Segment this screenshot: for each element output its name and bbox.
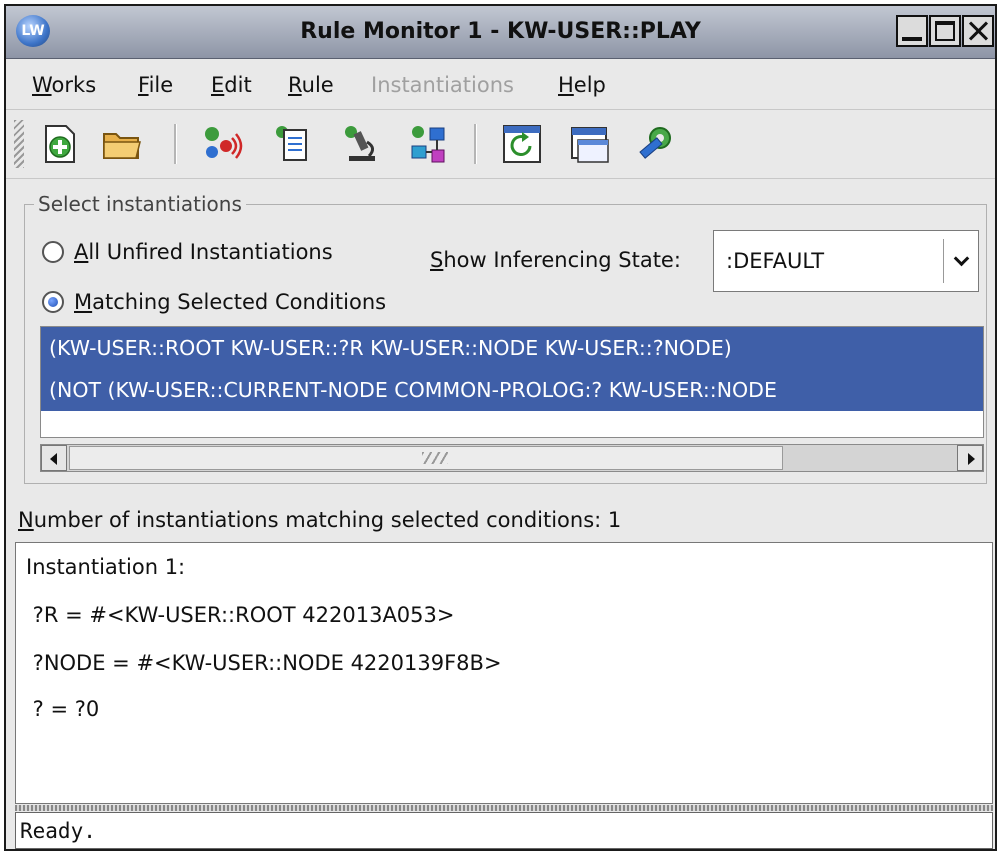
minimize-button[interactable] (896, 15, 928, 47)
horizontal-scrollbar[interactable] (40, 444, 984, 472)
list-item[interactable]: (NOT (KW-USER::CURRENT-NODE COMMON-PROLO… (41, 369, 983, 411)
menu-bar: Works File Edit Rule Instantiations Help (6, 59, 995, 110)
pane-splitter[interactable] (15, 805, 993, 811)
inspect-microscope-icon[interactable] (339, 122, 383, 166)
toolbar (6, 110, 995, 179)
detail-line: ?R = #<KW-USER::ROOT 422013A053> (26, 603, 455, 627)
menu-instantiations[interactable]: Instantiations (371, 73, 514, 97)
menu-file[interactable]: File (138, 73, 173, 97)
status-bar: Ready. (15, 812, 993, 849)
inferencing-state-select[interactable]: :DEFAULT (713, 230, 979, 292)
menu-edit[interactable]: Edit (211, 73, 252, 97)
settings-gear-icon[interactable] (634, 122, 678, 166)
window-icon[interactable] (568, 122, 612, 166)
window-title: Rule Monitor 1 - KW-USER::PLAY (300, 19, 701, 44)
new-document-icon[interactable] (38, 122, 82, 166)
conditions-list[interactable]: (KW-USER::ROOT KW-USER::?R KW-USER::NODE… (40, 326, 984, 438)
list-item[interactable]: (KW-USER::ROOT KW-USER::?R KW-USER::NODE… (41, 327, 983, 369)
toolbar-separator (474, 124, 477, 164)
instantiation-count-label: Number of instantiations matching select… (18, 508, 622, 532)
menu-rule[interactable]: Rule (288, 73, 334, 97)
radio-matching-selected[interactable]: Matching Selected Conditions (42, 290, 386, 314)
radio-button-unchecked[interactable] (42, 241, 64, 263)
detail-line: ? = ?0 (26, 697, 100, 721)
refresh-icon[interactable] (500, 122, 544, 166)
menu-help[interactable]: Help (558, 73, 606, 97)
scroll-left-icon[interactable] (41, 445, 67, 471)
chevron-down-icon[interactable] (943, 239, 978, 283)
open-folder-icon[interactable] (100, 122, 144, 166)
instantiation-details-pane[interactable]: Instantiation 1: ?R = #<KW-USER::ROOT 42… (15, 542, 993, 804)
rule-fire-icon[interactable] (200, 122, 244, 166)
maximize-button[interactable] (929, 15, 961, 47)
close-button[interactable] (962, 15, 994, 47)
toolbar-separator (174, 124, 177, 164)
inferencing-state-value: :DEFAULT (726, 249, 825, 273)
title-bar[interactable]: LW Rule Monitor 1 - KW-USER::PLAY (6, 6, 995, 59)
network-nodes-icon[interactable] (406, 122, 450, 166)
detail-line: Instantiation 1: (26, 555, 186, 579)
detail-line: ?NODE = #<KW-USER::NODE 4220139F8B> (26, 651, 502, 675)
scroll-right-icon[interactable] (957, 445, 983, 471)
rule-edit-icon[interactable] (270, 122, 314, 166)
radio-button-checked[interactable] (42, 291, 64, 313)
inferencing-state-label: Show Inferencing State: (430, 248, 681, 272)
radio-all-unfired[interactable]: All Unfired Instantiations (42, 240, 333, 264)
scrollbar-thumb[interactable] (69, 446, 783, 470)
toolbar-grip-handle[interactable] (14, 120, 24, 168)
menu-works[interactable]: Works (32, 73, 96, 97)
rule-monitor-window: LW Rule Monitor 1 - KW-USER::PLAY Works … (4, 4, 997, 851)
group-label: Select instantiations (34, 192, 246, 216)
